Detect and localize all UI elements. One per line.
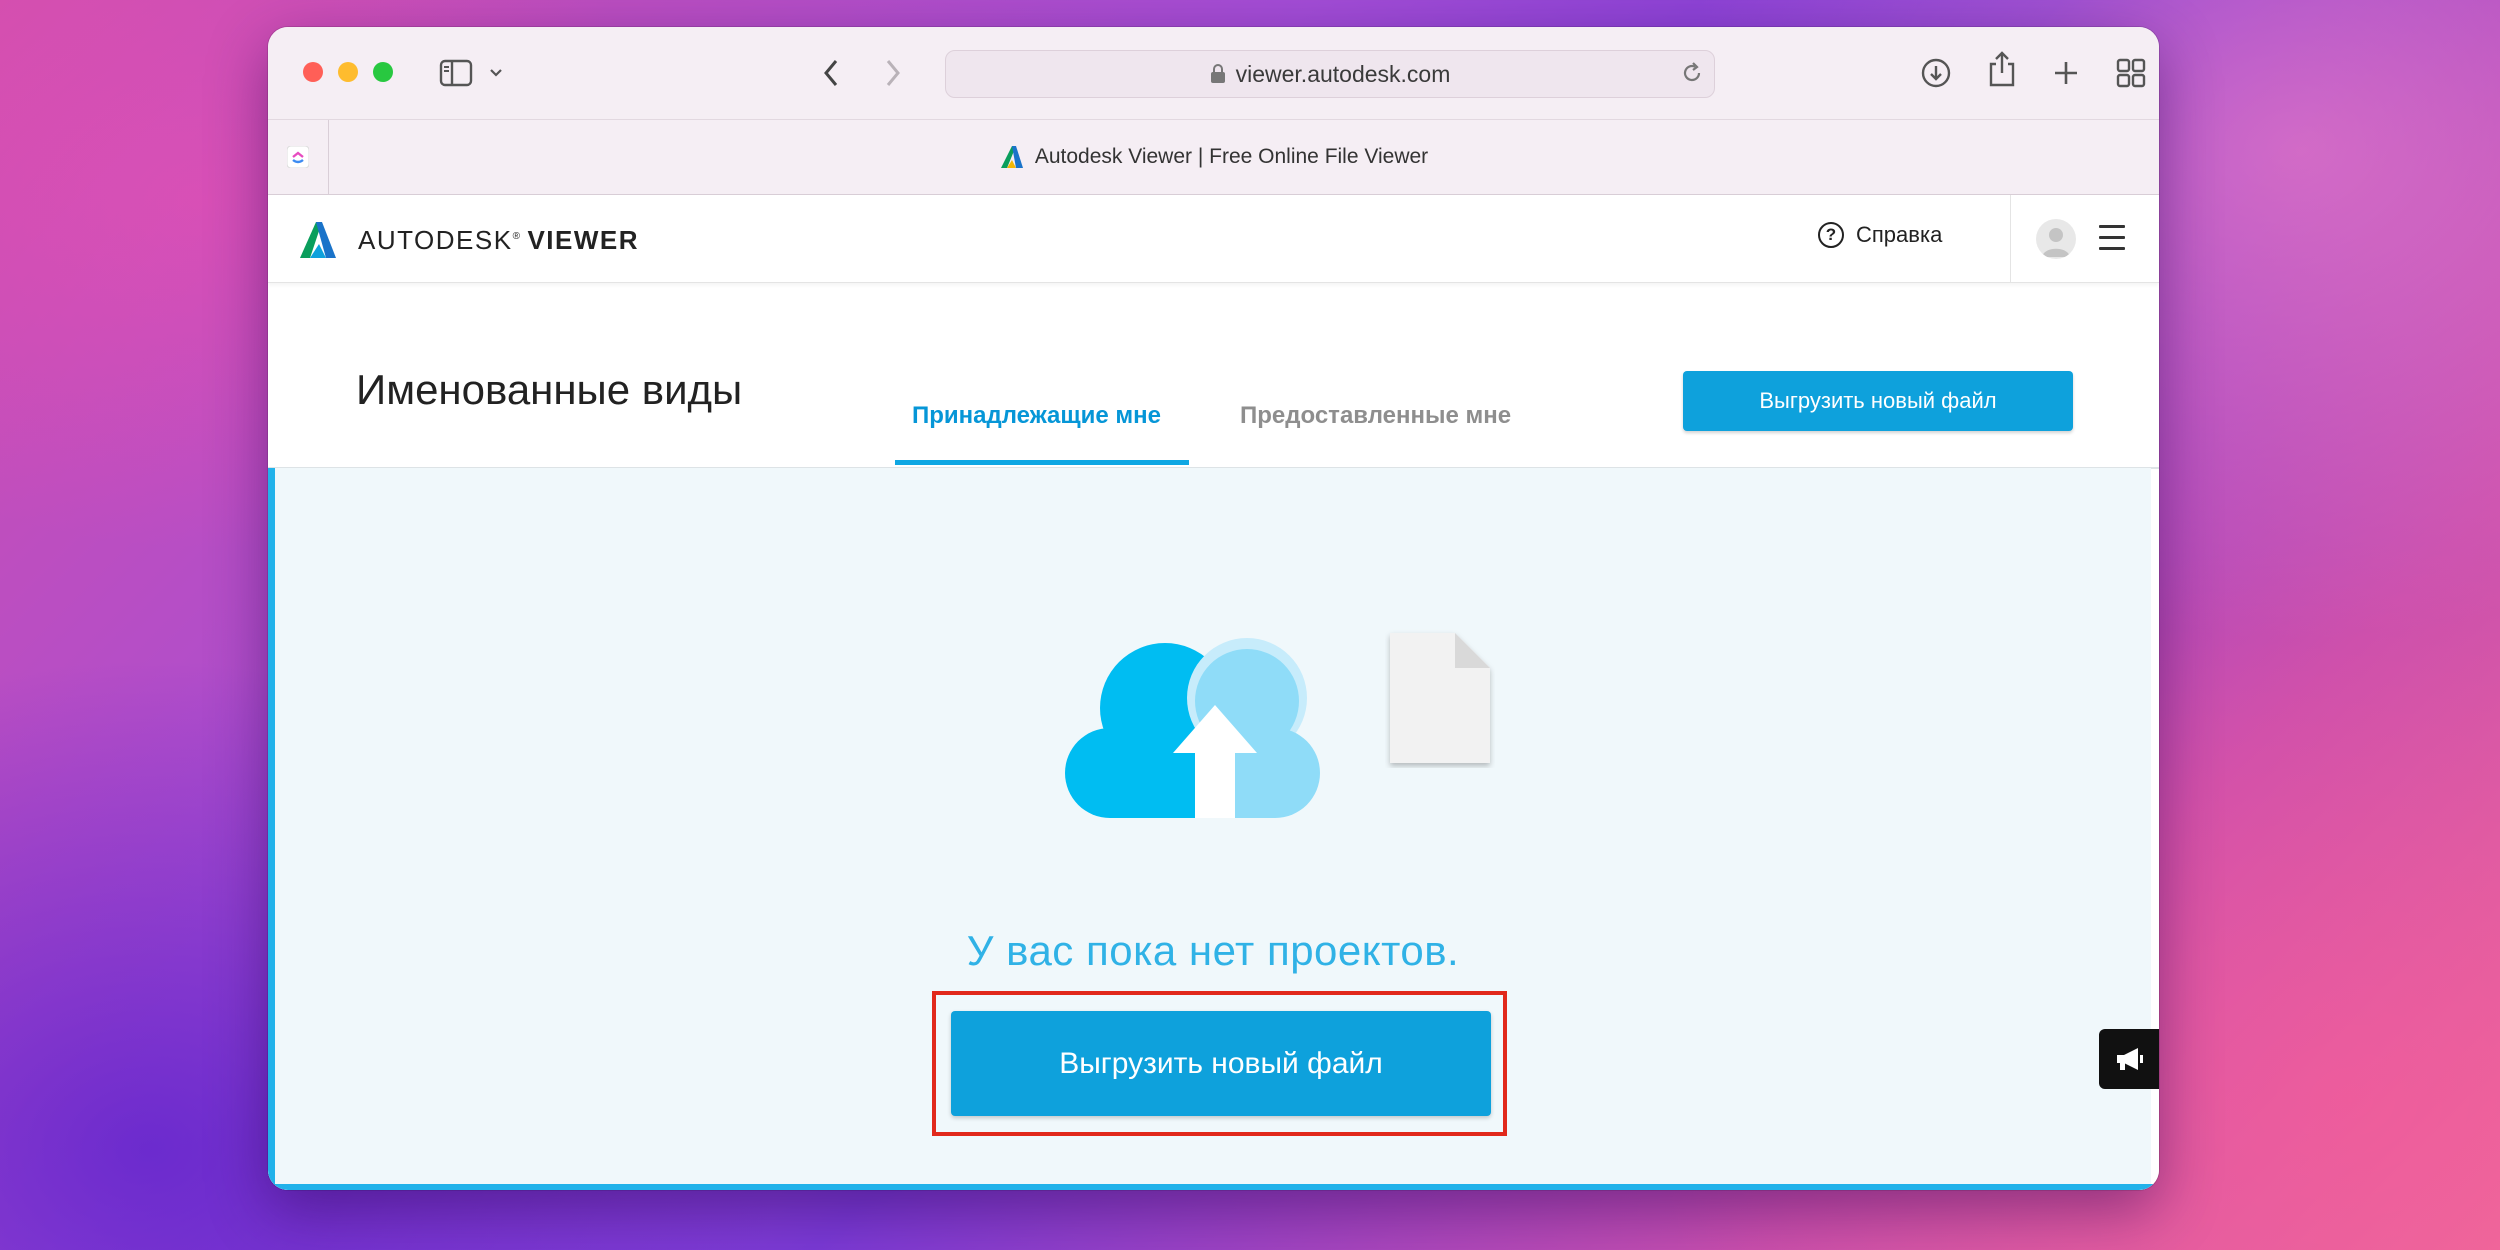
- minimize-window-button[interactable]: [338, 62, 358, 82]
- page-header: Именованные виды Принадлежащие мне Предо…: [268, 283, 2159, 469]
- sidebar-icon[interactable]: [436, 53, 476, 93]
- back-icon[interactable]: [811, 53, 851, 93]
- brand[interactable]: AUTODESK® VIEWER: [298, 220, 639, 260]
- brand-secondary: VIEWER: [527, 224, 640, 255]
- tab-bar: Autodesk Viewer | Free Online File Viewe…: [268, 120, 2159, 195]
- brand-registered-mark: ®: [512, 230, 522, 242]
- empty-message: У вас пока нет проектов.: [966, 927, 1460, 974]
- help-icon: ?: [1818, 222, 1844, 248]
- address-bar[interactable]: viewer.autodesk.com: [945, 50, 1715, 98]
- hamburger-menu-icon[interactable]: [2099, 225, 2125, 258]
- zoom-window-button[interactable]: [373, 62, 393, 82]
- megaphone-icon: [2117, 1048, 2143, 1070]
- cloud-upload-icon: [1065, 638, 1320, 818]
- tab-grid-icon[interactable]: [2111, 53, 2151, 93]
- autodesk-logo-icon: [300, 222, 336, 258]
- chevron-down-icon[interactable]: [481, 53, 511, 93]
- avatar[interactable]: [2036, 219, 2076, 259]
- brand-text: AUTODESK® VIEWER: [358, 225, 639, 256]
- browser-window: viewer.autodesk.com Autodesk Viewer | Fr…: [268, 27, 2159, 1190]
- upload-new-file-button-top[interactable]: Выгрузить новый файл: [1683, 371, 2073, 431]
- panel-bottom-border: [268, 1184, 2159, 1190]
- active-tab[interactable]: Autodesk Viewer | Free Online File Viewe…: [268, 120, 2159, 194]
- page-content: AUTODESK® VIEWER ? Справка Именованные ви…: [268, 195, 2159, 1190]
- url-text: viewer.autodesk.com: [1235, 60, 1451, 87]
- close-window-button[interactable]: [303, 62, 323, 82]
- header-divider: [2010, 195, 2011, 282]
- share-icon[interactable]: [1982, 49, 2022, 89]
- app-header: AUTODESK® VIEWER ? Справка: [268, 195, 2159, 283]
- help-link[interactable]: ? Справка: [1818, 222, 1942, 248]
- help-label: Справка: [1856, 222, 1943, 247]
- tab-owned-by-me[interactable]: Принадлежащие мне: [912, 402, 1161, 430]
- tab-title: Autodesk Viewer | Free Online File Viewe…: [1034, 145, 1429, 168]
- plus-icon[interactable]: [2046, 53, 2086, 93]
- tab-shared-with-me[interactable]: Предоставленные мне: [1240, 402, 1511, 430]
- upload-new-file-button[interactable]: Выгрузить новый файл: [951, 1011, 1491, 1116]
- brand-primary: AUTODESK: [358, 224, 513, 255]
- file-icon: [1390, 633, 1490, 763]
- reload-icon[interactable]: [1680, 61, 1704, 85]
- feedback-button[interactable]: [2099, 1029, 2159, 1089]
- forward-icon[interactable]: [873, 53, 913, 93]
- autodesk-favicon-icon: [1000, 146, 1023, 168]
- empty-state-panel: У вас пока нет проектов. Выгрузить новый…: [268, 468, 2151, 1190]
- browser-toolbar: viewer.autodesk.com: [268, 27, 2159, 120]
- lock-icon: [1210, 64, 1225, 83]
- active-tab-indicator: [895, 460, 1189, 465]
- page-title: Именованные виды: [356, 366, 743, 413]
- download-icon[interactable]: [1916, 53, 1956, 93]
